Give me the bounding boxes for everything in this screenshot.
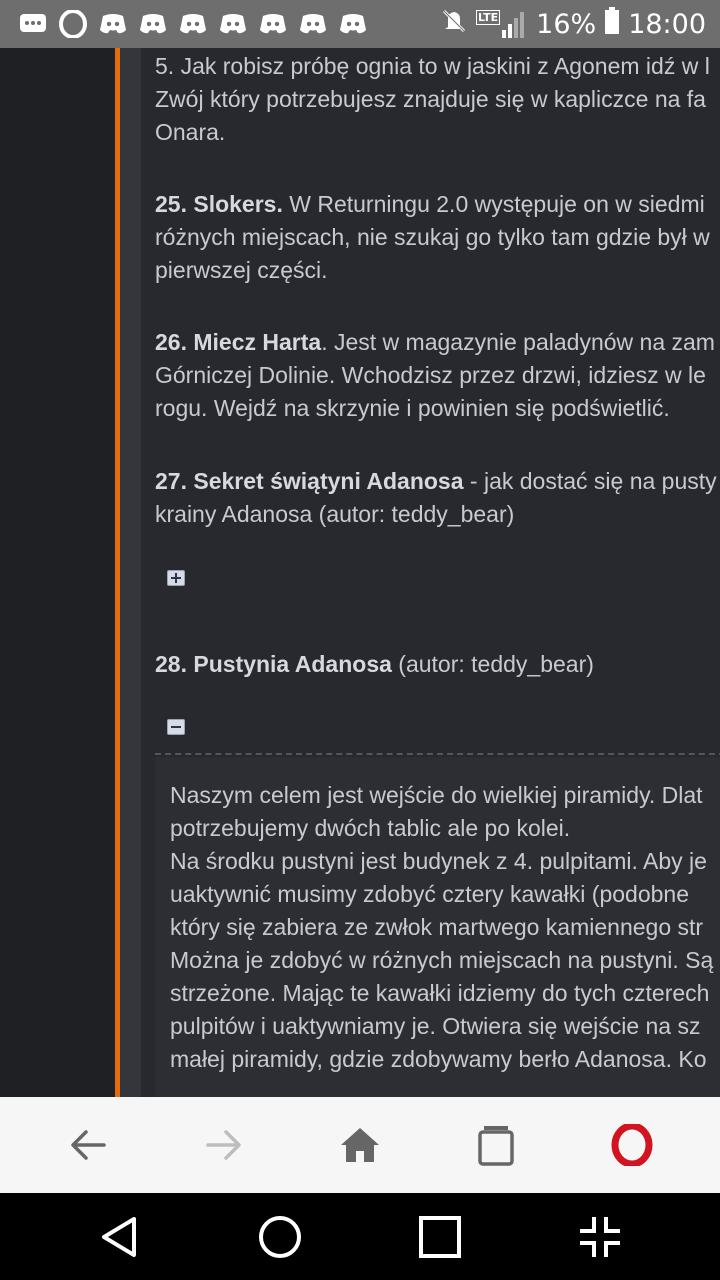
text-span: W Returningu 2.0 występuje on w siedmi	[282, 191, 705, 217]
circle-home-icon	[259, 1215, 301, 1258]
forward-button[interactable]	[184, 1105, 264, 1185]
article-paragraph: 26. Miecz Harta. Jest w magazynie palady…	[155, 326, 715, 425]
article-paragraph: 27. Sekret świątyni Adanosa - jak dostać…	[155, 465, 717, 531]
discord-icon	[138, 11, 168, 37]
expand-spoiler-button[interactable]	[167, 570, 185, 586]
text-line: rogu. Wejdź na skrzynie i powinien się p…	[155, 395, 670, 421]
plus-icon	[171, 573, 181, 583]
nav-home-button[interactable]	[235, 1197, 325, 1277]
tabs-icon	[478, 1126, 514, 1166]
opera-icon	[58, 10, 88, 38]
text-line: 26. Miecz Harta. Jest w magazynie palady…	[155, 326, 715, 359]
triangle-back-icon	[102, 1216, 136, 1257]
square-recents-icon	[419, 1215, 461, 1258]
text-line: Górniczej Dolinie. Wchodzisz przez drzwi…	[155, 362, 706, 388]
spoiler-line: małej piramidy, gdzie zdobywamy berło Ad…	[170, 1046, 707, 1072]
network-type: LTE	[475, 10, 501, 25]
discord-icon	[218, 11, 248, 37]
minus-icon	[171, 726, 181, 728]
lte-signal-icon: LTE	[475, 10, 528, 38]
home-icon	[341, 1128, 379, 1162]
collapse-spoiler-button[interactable]	[167, 719, 185, 735]
section-title: 28. Pustynia Adanosa	[155, 651, 392, 677]
text-line: 25. Slokers. W Returningu 2.0 występuje …	[155, 188, 710, 221]
spoiler-divider	[155, 753, 720, 755]
clock: 18:00	[628, 8, 706, 40]
arrow-right-icon	[206, 1130, 241, 1160]
section-title: 25. Slokers.	[155, 191, 283, 217]
article-paragraph: 28. Pustynia Adanosa (autor: teddy_bear)	[155, 648, 594, 681]
spoiler-line: uaktywnić musimy zdobyć cztery kawałki (…	[170, 881, 689, 907]
text-line: krainy Adanosa (autor: teddy_bear)	[155, 501, 515, 527]
web-page[interactable]: 5. Jak robisz próbę ognia to w jaskini z…	[0, 48, 720, 1097]
text-line: różnych miejscach, nie szukaj go tylko t…	[155, 224, 710, 250]
content-gutter	[120, 48, 141, 1097]
opera-logo-icon	[611, 1124, 653, 1166]
nav-recents-button[interactable]	[395, 1197, 485, 1277]
opera-menu-button[interactable]	[592, 1105, 672, 1185]
article-paragraph: 25. Slokers. W Returningu 2.0 występuje …	[155, 188, 710, 287]
section-title: 26. Miecz Harta	[155, 329, 322, 355]
spoiler-line: Można je zdobyć w różnych miejscach na p…	[170, 947, 714, 973]
text-span: - jak dostać się na pusty	[463, 468, 717, 494]
section-title: 27. Sekret świątyni Adanosa	[155, 468, 464, 494]
text-line: 27. Sekret świątyni Adanosa - jak dostać…	[155, 465, 717, 498]
text-line: Onara.	[155, 119, 226, 145]
status-bar: LTE 16% 18:00	[0, 0, 720, 48]
arrow-left-icon	[71, 1130, 106, 1160]
spoiler-line: strzeżone. Mając te kawałki idziemy do t…	[170, 980, 710, 1006]
text-line: Zwój który potrzebujesz znajduje się w k…	[155, 86, 706, 112]
discord-icon	[98, 11, 128, 37]
article-paragraph: 5. Jak robisz próbę ognia to w jaskini z…	[155, 50, 710, 149]
chat-bubble-icon	[18, 11, 48, 37]
android-nav-bar	[0, 1193, 720, 1280]
battery-icon	[604, 6, 620, 42]
spoiler-line: Naszym celem jest wejście do wielkiej pi…	[170, 782, 703, 808]
system-status: LTE 16% 18:00	[440, 6, 720, 42]
mute-icon	[440, 7, 468, 42]
nav-fullscreen-button[interactable]	[555, 1197, 645, 1277]
text-line: pierwszej części.	[155, 257, 328, 283]
home-button[interactable]	[320, 1105, 400, 1185]
spoiler-line: pulpitów i uaktywniamy je. Otwiera się w…	[170, 1013, 701, 1039]
discord-icon	[298, 11, 328, 37]
exit-fullscreen-icon	[580, 1216, 620, 1257]
back-button[interactable]	[48, 1105, 128, 1185]
article-content: 5. Jak robisz próbę ognia to w jaskini z…	[141, 48, 720, 1097]
spoiler-line: potrzebujemy dwóch tablic ale po kolei.	[170, 815, 571, 841]
text-line: 5. Jak robisz próbę ognia to w jaskini z…	[155, 53, 710, 79]
browser-toolbar	[0, 1097, 720, 1193]
tabs-button[interactable]	[456, 1105, 536, 1185]
text-line: 28. Pustynia Adanosa (autor: teddy_bear)	[155, 648, 594, 681]
spoiler-content: Naszym celem jest wejście do wielkiej pi…	[155, 757, 720, 1097]
text-span: . Jest w magazynie paladynów na zam	[321, 329, 715, 355]
battery-percent: 16%	[536, 8, 597, 40]
spoiler-line: który się zabiera ze zwłok martwego kami…	[170, 914, 704, 940]
text-span: (autor: teddy_bear)	[391, 651, 594, 677]
nav-back-button[interactable]	[75, 1197, 165, 1277]
discord-icon	[258, 11, 288, 37]
notification-icons	[0, 10, 368, 38]
discord-icon	[338, 11, 368, 37]
left-sidebar	[0, 48, 115, 1097]
spoiler-line: Na środku pustyni jest budynek z 4. pulp…	[170, 848, 707, 874]
discord-icon	[178, 11, 208, 37]
